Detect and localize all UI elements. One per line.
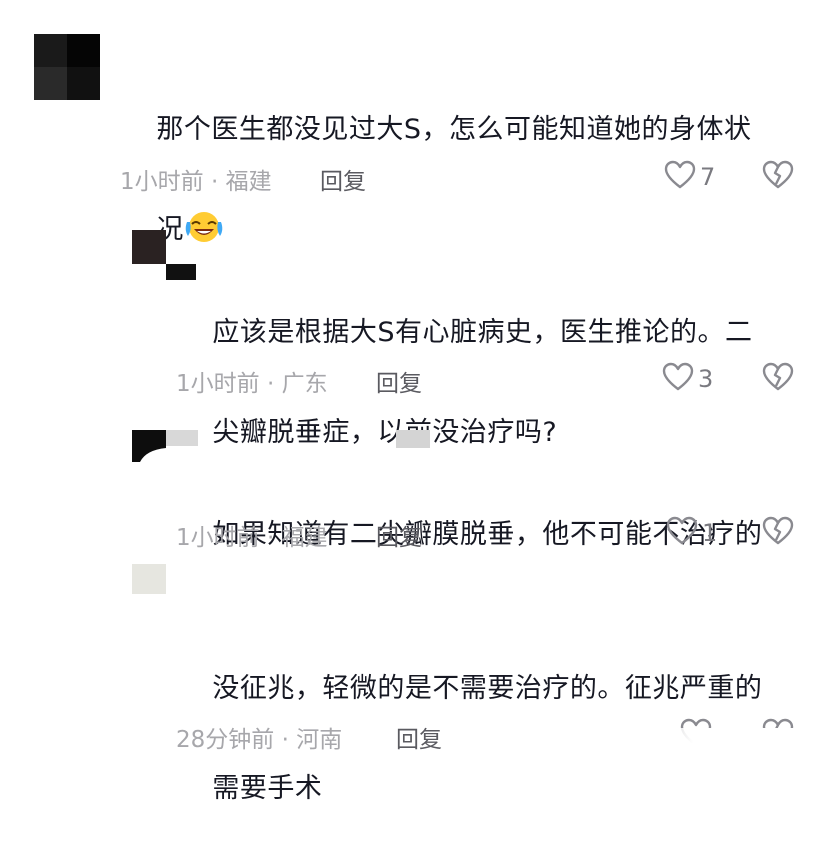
avatar[interactable] [34,34,100,100]
heart-icon [666,516,698,550]
heart-icon [664,160,696,194]
comment-meta: 1小时前 · 广东 [176,364,328,398]
meta-separator: · [281,727,289,753]
username-redacted [166,430,198,446]
comment-location: 福建 [225,169,272,195]
avatar[interactable] [132,230,166,264]
comment-text-line: 应该是根据大S有心脏病史，医生推论的。二 [212,317,753,348]
like-count: 7 [700,163,716,191]
reply-button[interactable]: 回复 [320,162,366,196]
meta-separator: · [266,371,275,397]
comment-text-line: 需要手术 [212,773,323,804]
comment-meta: 1小时前 · 福建 [120,162,272,196]
dislike-button[interactable] [762,362,794,396]
dislike-button[interactable] [762,516,794,550]
comment-meta: 1小时前 · 福建 [176,518,328,552]
comment-location: 福建 [281,525,328,551]
comment-text-line: 尖瓣脱垂症，以前没治疗吗? [212,417,558,448]
comment-location: 广东 [281,371,328,397]
heart-icon [662,362,694,396]
like-button[interactable]: 7 [664,160,715,194]
like-button[interactable]: 1 [666,516,717,550]
meta-separator: · [210,169,219,195]
broken-heart-icon [762,160,794,194]
reply-button[interactable]: 回复 [376,518,422,552]
comment-time: 1小时前 [120,169,204,195]
comment-time: 28分钟前 [176,727,275,753]
avatar[interactable] [132,430,166,462]
broken-heart-icon [762,362,794,396]
like-button[interactable]: 3 [662,362,713,396]
like-count: 3 [698,365,714,393]
meta-separator: · [266,525,275,551]
broken-heart-icon [762,516,794,550]
dislike-button[interactable] [762,160,794,194]
comment-time: 1小时前 [176,525,260,551]
username-redacted [396,430,430,448]
like-count: 1 [702,519,718,547]
reply-button[interactable]: 回复 [396,720,442,754]
crying-laughing-icon [184,210,224,261]
comment-location: 河南 [296,727,343,753]
avatar[interactable] [132,564,166,594]
comment-meta: 28分钟前 · 河南 [176,720,342,754]
comment-time: 1小时前 [176,371,260,397]
reply-button[interactable]: 回复 [376,364,422,398]
comment-text-line: 那个医生都没见过大S，怎么可能知道她的身体状 [156,114,752,145]
comment-text-line: 没征兆，轻微的是不需要治疗的。征兆严重的 [212,673,763,704]
watermark-fade [620,728,828,776]
